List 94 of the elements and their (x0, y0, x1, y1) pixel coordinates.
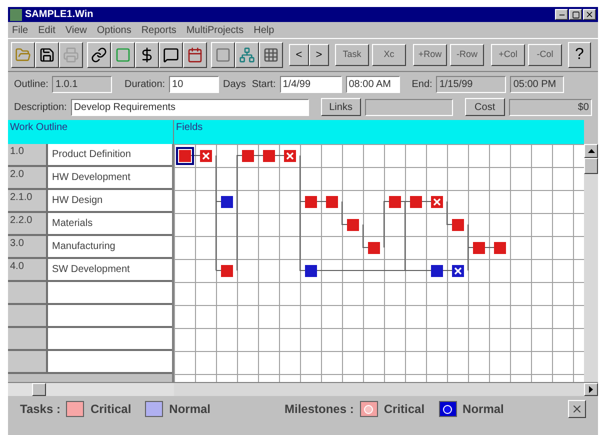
outline-name-cell[interactable] (48, 351, 172, 372)
nav-button[interactable]: < (289, 44, 309, 66)
minimize-button[interactable] (555, 9, 568, 20)
calendar-icon (187, 47, 203, 63)
outline-number: 1.0 (8, 144, 48, 165)
outline-number: 4.0 (8, 259, 48, 280)
outline-number: 3.0 (8, 236, 48, 257)
scroll-thumb[interactable] (584, 158, 598, 174)
field-label: Start: (252, 78, 276, 92)
start-date-field[interactable]: 1/4/99 (280, 76, 342, 92)
outline-name[interactable]: SW Development (48, 259, 172, 280)
toolbar-button[interactable] (159, 42, 183, 68)
end-time-field: 05:00 PM (510, 76, 564, 92)
links-button[interactable]: Links (320, 98, 361, 116)
column-header: Work Outline (8, 120, 174, 144)
folder-icon (15, 47, 31, 63)
end-date-field: 1/15/99 (436, 76, 506, 92)
legend-label: Tasks : (20, 401, 60, 418)
note-icon (163, 47, 179, 63)
column-header: Fields (174, 120, 584, 144)
toolbar-button[interactable] (183, 42, 207, 68)
printer-icon (63, 47, 79, 63)
up-arrow-icon (588, 149, 594, 153)
horizontal-scrollbar[interactable] (8, 383, 174, 396)
vertical-scrollbar[interactable] (584, 144, 598, 382)
close-icon (571, 403, 583, 415)
legend-text: Normal (462, 401, 504, 418)
field-label: Days (223, 78, 246, 92)
grid-icon (263, 47, 279, 63)
maximize-button[interactable] (569, 9, 582, 20)
menu-item[interactable]: Edit (38, 22, 56, 38)
outline-name[interactable]: Product Definition (48, 144, 172, 165)
menu-item[interactable]: View (65, 22, 87, 38)
close-legend-button[interactable] (568, 400, 586, 418)
menu-item[interactable]: File (12, 22, 28, 38)
window-title: SAMPLE1.Win (25, 8, 94, 22)
menu-item[interactable]: Help (254, 22, 274, 38)
legend-text: Critical (384, 401, 425, 418)
menu-item[interactable]: Options (96, 22, 132, 38)
outline-number: 2.2.0 (8, 213, 48, 234)
toolbar-button[interactable] (87, 42, 111, 68)
close-icon (585, 10, 594, 19)
field-label: Description: (14, 100, 67, 114)
toolbar-button[interactable]: -Col (528, 44, 562, 66)
toolbar-button[interactable] (235, 42, 259, 68)
outline-name-cell[interactable] (48, 328, 172, 349)
save-icon (39, 47, 55, 63)
outline-name-cell[interactable] (48, 282, 172, 303)
toolbar-button[interactable]: +Col (491, 44, 525, 66)
app-icon (10, 8, 22, 20)
toolbar-button[interactable] (111, 42, 135, 68)
right-arrow-icon (589, 386, 593, 393)
nav-button[interactable]: > (309, 44, 329, 66)
page-icon (115, 47, 131, 63)
toolbar-button[interactable] (11, 42, 35, 68)
outline-name[interactable]: HW Development (48, 167, 172, 188)
cost-button[interactable]: Cost (464, 98, 505, 116)
legend-text: Critical (90, 401, 132, 418)
menu-item[interactable]: Reports (141, 22, 176, 38)
field-label: Outline: (14, 78, 48, 92)
field-label: Duration: (124, 78, 166, 92)
help-button[interactable]: ? (568, 42, 591, 68)
scroll-right-button[interactable] (584, 383, 598, 396)
legend-text: Normal (169, 401, 210, 418)
duration-field[interactable]: 10 (169, 76, 220, 92)
outline-name[interactable]: Manufacturing (48, 236, 172, 257)
toolbar-button[interactable]: -Row (450, 44, 484, 66)
scroll-thumb[interactable] (32, 383, 46, 396)
menu-item[interactable]: MultiProjects (186, 22, 244, 38)
cost-field: $0 (508, 98, 592, 116)
outline-field: 1.0.1 (52, 76, 112, 92)
toolbar-button[interactable] (259, 42, 283, 68)
close-button[interactable] (583, 9, 596, 20)
outline-number: 2.1.0 (8, 190, 48, 211)
link-icon (91, 47, 107, 63)
toolbar-button[interactable] (211, 42, 235, 68)
network-icon (239, 47, 255, 63)
outline-name[interactable]: HW Design (48, 190, 172, 211)
blank-page-icon (215, 47, 231, 63)
maximize-icon (572, 10, 580, 18)
legend-label: Milestones : (284, 401, 354, 418)
outline-name-cell[interactable] (48, 305, 172, 326)
outline-name[interactable]: Materials (48, 213, 172, 234)
outline-number: 2.0 (8, 167, 48, 188)
toolbar-button[interactable]: Task (335, 44, 369, 66)
start-time-field[interactable]: 08:00 AM (346, 76, 400, 92)
toolbar-button[interactable]: Xc (372, 44, 406, 66)
field-label: End: (412, 78, 432, 92)
toolbar-button[interactable]: +Row (413, 44, 447, 66)
toolbar-button[interactable] (35, 42, 59, 68)
scroll-up-button[interactable] (584, 144, 598, 158)
task-node[interactable] (176, 146, 194, 164)
description-field[interactable]: Develop Requirements (70, 98, 309, 116)
toolbar-button[interactable] (135, 42, 159, 68)
